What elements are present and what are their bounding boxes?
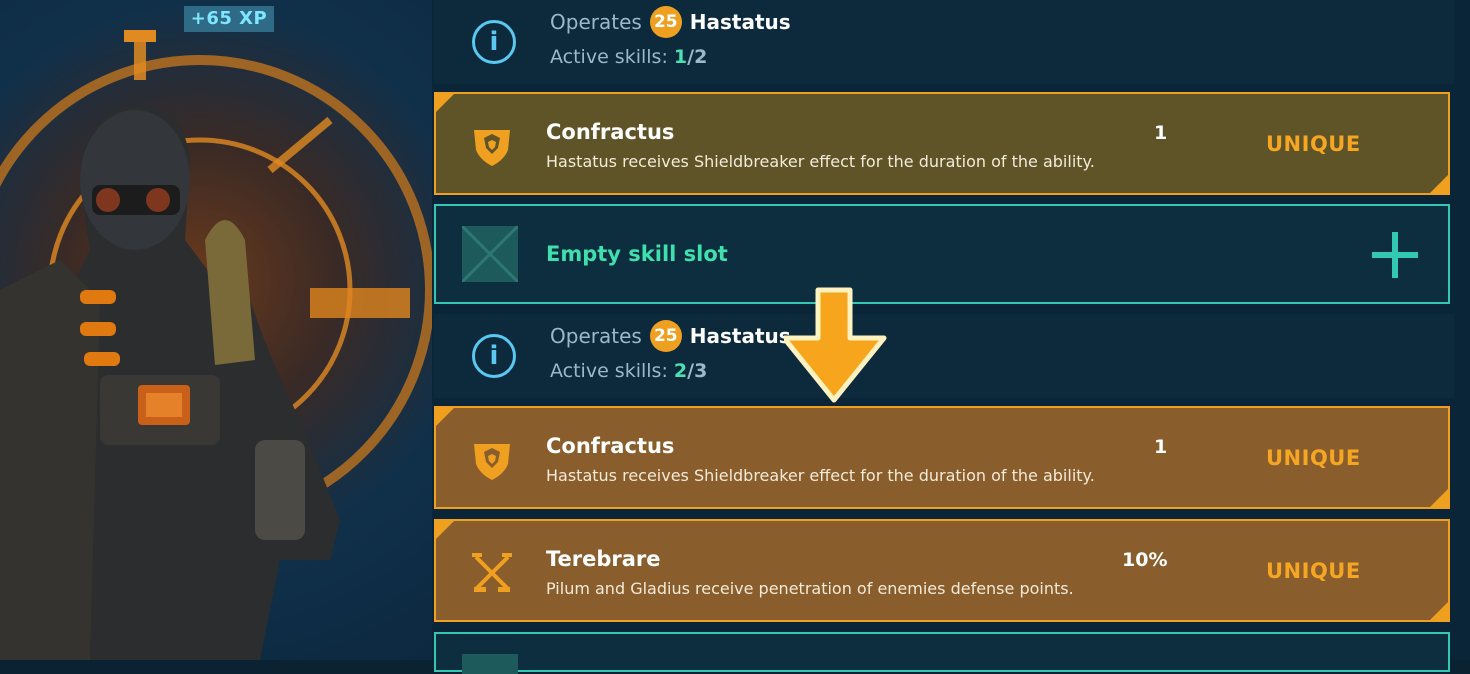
hero-name: Hastatus — [689, 10, 791, 34]
arrow-down-icon — [784, 287, 887, 403]
skill-card-confractus[interactable]: Confractus Hastatus receives Shieldbreak… — [434, 406, 1450, 509]
active-skills-total: /3 — [687, 360, 708, 382]
operator-info-before: i Operates 25 Hastatus Active skills: 1/… — [434, 0, 1454, 84]
plus-icon[interactable] — [1370, 230, 1420, 280]
info-icon[interactable]: i — [472, 20, 516, 64]
shield-shatter-icon — [474, 130, 510, 166]
skill-name: Confractus — [546, 434, 675, 458]
active-skills-label: Active skills: — [550, 46, 668, 68]
skill-level: 1 — [1154, 436, 1168, 458]
active-skills-count: 1 — [673, 46, 688, 68]
skill-card-confractus[interactable]: Confractus Hastatus receives Shieldbreak… — [434, 92, 1450, 195]
operates-line: Operates 25 Hastatus — [550, 320, 791, 352]
operates-line: Operates 25 Hastatus — [550, 6, 791, 38]
active-skills-line: Active skills: 1/2 — [550, 46, 707, 68]
skill-level: 1 — [1154, 122, 1168, 144]
empty-slot-icon — [462, 654, 518, 674]
skill-rarity: UNIQUE — [1266, 132, 1361, 156]
empty-skill-slot[interactable]: Empty skill slot — [434, 204, 1450, 304]
xp-gain-badge: +65 XP — [184, 6, 274, 32]
skill-description: Hastatus receives Shieldbreaker effect f… — [546, 466, 1095, 485]
empty-slot-icon — [462, 226, 518, 282]
hero-name: Hastatus — [689, 324, 791, 348]
target-reticle-icon — [0, 30, 432, 660]
hero-portrait: +65 XP — [0, 0, 432, 660]
crossed-swords-icon — [472, 553, 512, 592]
empty-skill-slot-partial[interactable] — [434, 632, 1450, 674]
skill-name: Confractus — [546, 120, 675, 144]
skill-rarity: UNIQUE — [1266, 446, 1361, 470]
active-skills-line: Active skills: 2/3 — [550, 360, 707, 382]
level-badge: 25 — [649, 320, 682, 352]
empty-slot-label: Empty skill slot — [546, 242, 728, 266]
operates-label: Operates — [550, 10, 642, 34]
active-skills-count: 2 — [673, 360, 688, 382]
shield-shatter-icon — [474, 444, 510, 480]
level-badge: 25 — [649, 6, 682, 38]
active-skills-total: /2 — [687, 46, 708, 68]
operates-label: Operates — [550, 324, 642, 348]
skill-rarity: UNIQUE — [1266, 559, 1361, 583]
operator-info-after: i Operates 25 Hastatus Active skills: 2/… — [434, 314, 1454, 398]
skill-description: Hastatus receives Shieldbreaker effect f… — [546, 152, 1095, 171]
active-skills-label: Active skills: — [550, 360, 668, 382]
skills-panel: i Operates 25 Hastatus Active skills: 1/… — [432, 0, 1470, 674]
skill-description: Pilum and Gladius receive penetration of… — [546, 579, 1074, 598]
skill-name: Terebrare — [546, 547, 661, 571]
info-icon[interactable]: i — [472, 334, 516, 378]
skill-card-terebrare[interactable]: Terebrare Pilum and Gladius receive pene… — [434, 519, 1450, 622]
skill-level: 10% — [1122, 549, 1168, 571]
